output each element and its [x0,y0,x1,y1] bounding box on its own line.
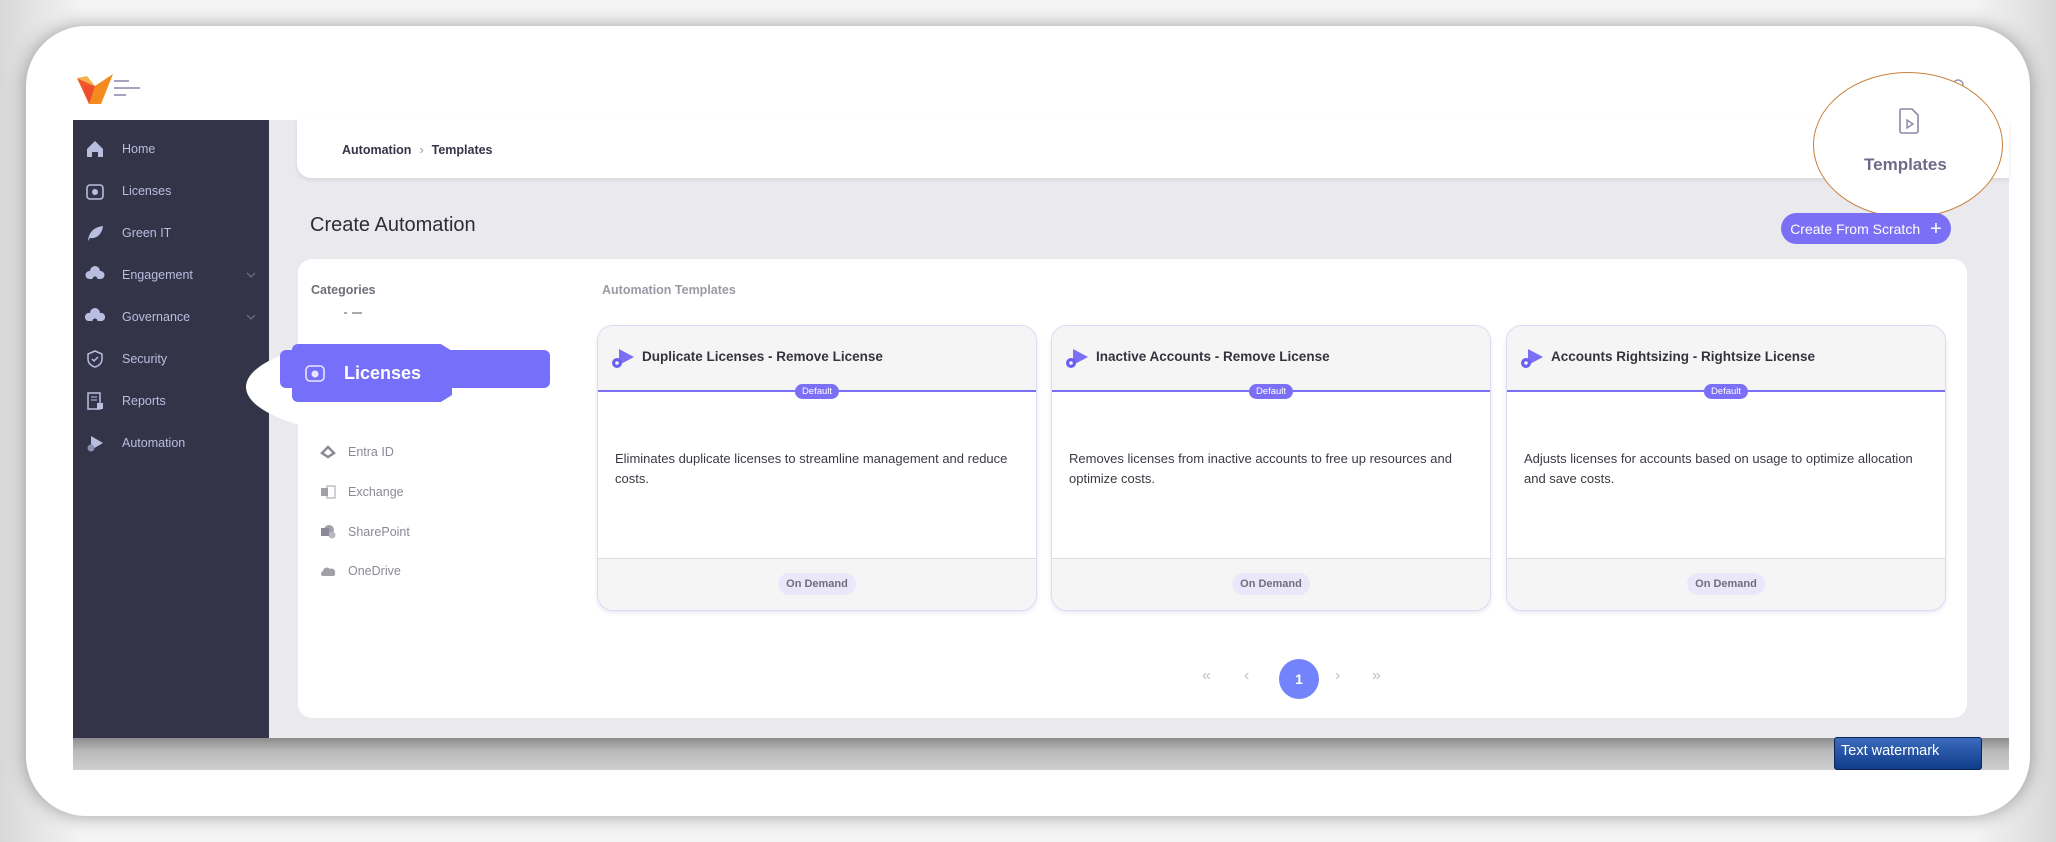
app-window: Home Licenses Green IT Engagement Govern… [26,26,2030,816]
category-label: Exchange [348,485,404,499]
sidebar-item-reports[interactable]: Reports [73,386,269,416]
sidebar-item-label: Automation [122,436,186,450]
sidebar-item-green-it[interactable]: Green IT [73,218,269,248]
sidebar-item-licenses[interactable]: Licenses [73,176,269,206]
template-card-footer: On Demand [1052,558,1490,610]
sidebar-item-label: Engagement [122,268,193,282]
prev-page-button[interactable]: ‹ [1244,667,1249,685]
pagination: « ‹ 1 › » [1186,659,1426,699]
template-description: Adjusts licenses for accounts based on u… [1524,451,1913,486]
automation-icon [612,349,634,368]
sidebar-item-engagement[interactable]: Engagement [73,260,269,290]
breadcrumb-bar: Automation › Templates Ov [297,120,2009,178]
sidebar-item-security[interactable]: Security [73,344,269,374]
automation-icon [1521,349,1543,368]
automation-templates-heading: Automation Templates [602,283,736,297]
page-title: Create Automation [310,214,476,236]
category-label: OneDrive [348,564,401,578]
license-folder-icon [305,365,325,382]
sidebar-item-label: Reports [122,394,166,408]
plus-icon: + [1930,217,1942,240]
template-file-icon [1899,108,1919,134]
category-item-licenses[interactable]: Licenses [292,344,452,402]
template-card-footer: On Demand [598,558,1036,610]
template-description: Removes licenses from inactive accounts … [1069,451,1452,486]
chevron-down-icon [246,272,256,278]
sidebar-item-automation[interactable]: Automation [73,428,269,458]
sidebar-item-label: Green IT [122,226,172,240]
templates-tab-callout[interactable]: Templates [1813,72,2003,218]
text-watermark: Text watermark [1834,737,1982,770]
template-card-header: Accounts Rightsizing - Rightsize License… [1507,326,1945,399]
category-label: Entra ID [348,445,394,459]
exchange-icon [321,485,336,499]
category-item-entra-id[interactable]: Entra ID [320,442,394,462]
create-from-scratch-button[interactable]: Create From Scratch + [1781,213,1951,244]
category-item-sharepoint[interactable]: SharePoint [320,522,410,542]
sidebar-item-home[interactable]: Home [73,134,269,164]
onedrive-icon [321,567,336,576]
license-folder-icon [86,184,104,200]
menu-toggle-button[interactable] [114,78,142,100]
trigger-badge: On Demand [1687,573,1765,595]
default-badge: Default [794,384,840,399]
default-badge: Default [1703,384,1749,399]
home-icon [87,141,103,157]
category-label: Licenses [344,362,422,383]
template-card[interactable]: Duplicate Licenses - Remove License Defa… [597,325,1037,611]
page-1-button[interactable]: 1 [1279,659,1319,699]
templates-tab-label: Templates [1864,155,1947,174]
breadcrumb-separator-icon: › [419,143,424,157]
next-page-button[interactable]: › [1335,667,1340,685]
trigger-badge: On Demand [1232,573,1310,595]
create-button-label: Create From Scratch [1790,220,1921,237]
template-card-header: Inactive Accounts - Remove License Defau… [1052,326,1490,399]
breadcrumb-item-automation[interactable]: Automation [342,143,411,157]
category-label: SharePoint [348,525,410,539]
template-description: Eliminates duplicate licenses to streaml… [615,451,1008,486]
sidebar: Home Licenses Green IT Engagement Govern… [73,120,269,770]
breadcrumb: Automation › Templates [342,143,493,157]
sidebar-item-governance[interactable]: Governance [73,302,269,332]
category-item-onedrive[interactable]: OneDrive [320,561,401,581]
template-title: Duplicate Licenses - Remove License [642,349,883,364]
cloud-users-icon [85,266,105,282]
template-title: Accounts Rightsizing - Rightsize License [1551,349,1816,364]
shield-check-icon [87,350,103,368]
first-page-button[interactable]: « [1202,667,1211,685]
default-badge: Default [1248,384,1294,399]
category-item-exchange[interactable]: Exchange [320,482,404,502]
template-card[interactable]: Accounts Rightsizing - Rightsize License… [1506,325,1946,611]
last-page-button[interactable]: » [1372,667,1381,685]
template-card-header: Duplicate Licenses - Remove License Defa… [598,326,1036,399]
automation-icon [1066,349,1088,368]
trigger-badge: On Demand [778,573,856,595]
chevron-down-icon [246,314,256,320]
sidebar-item-label: Security [122,352,168,366]
automation-icon [87,436,103,452]
report-icon [87,392,103,410]
cloud-shield-icon [85,308,105,324]
categories-heading: Categories [311,283,376,297]
sidebar-item-label: Governance [122,310,191,324]
entra-icon [320,445,336,459]
template-title: Inactive Accounts - Remove License [1096,349,1330,364]
sidebar-item-label: Home [122,142,156,156]
sidebar-item-label: Licenses [122,184,172,198]
category-all-partial [344,312,362,314]
bottom-bar [73,738,2009,770]
template-card-footer: On Demand [1507,558,1945,610]
breadcrumb-item-templates: Templates [431,143,493,157]
leaf-icon [88,226,103,241]
fox-logo [77,74,113,104]
template-card[interactable]: Inactive Accounts - Remove License Defau… [1051,325,1491,611]
sharepoint-icon [321,525,336,539]
